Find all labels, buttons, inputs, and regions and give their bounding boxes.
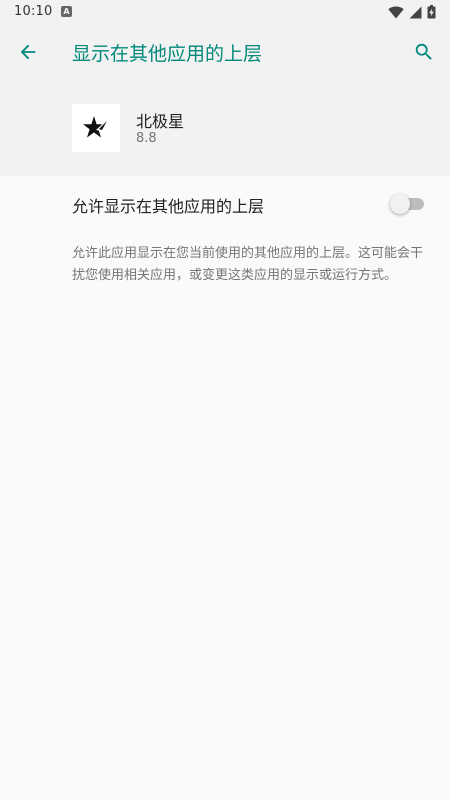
app-version: 8.8 xyxy=(136,131,157,146)
allow-overlay-toggle[interactable] xyxy=(390,193,424,215)
back-button[interactable] xyxy=(12,36,44,68)
app-header: 北极星 8.8 xyxy=(0,80,450,176)
toggle-thumb xyxy=(390,194,410,214)
allow-overlay-setting[interactable]: 允许显示在其他应用的上层 xyxy=(0,176,450,232)
screen: 10:10 A 显示在其他应用的上层 北极星 8.8 允许显示在其他应用的上层 … xyxy=(0,0,450,800)
setting-label: 允许显示在其他应用的上层 xyxy=(72,197,265,216)
page-title: 显示在其他应用的上层 xyxy=(72,43,263,65)
star-logo-icon xyxy=(83,116,108,138)
search-icon xyxy=(415,43,432,60)
app-name: 北极星 xyxy=(136,112,185,131)
app-icon xyxy=(72,104,120,152)
status-icons xyxy=(388,5,436,19)
status-time: 10:10 xyxy=(14,4,53,19)
setting-description: 允许此应用显示在您当前使用的其他应用的上层。这可能会干扰您使用相关应用，或变更这… xyxy=(72,246,424,283)
wifi-icon xyxy=(388,6,404,18)
arrow-back-icon xyxy=(20,44,36,60)
app-bar: 显示在其他应用的上层 xyxy=(0,24,450,80)
a-icon: A xyxy=(61,6,72,17)
search-button[interactable] xyxy=(408,36,440,68)
signal-icon xyxy=(409,6,422,18)
battery-charging-icon xyxy=(427,5,436,19)
status-bar: 10:10 A xyxy=(0,0,450,24)
